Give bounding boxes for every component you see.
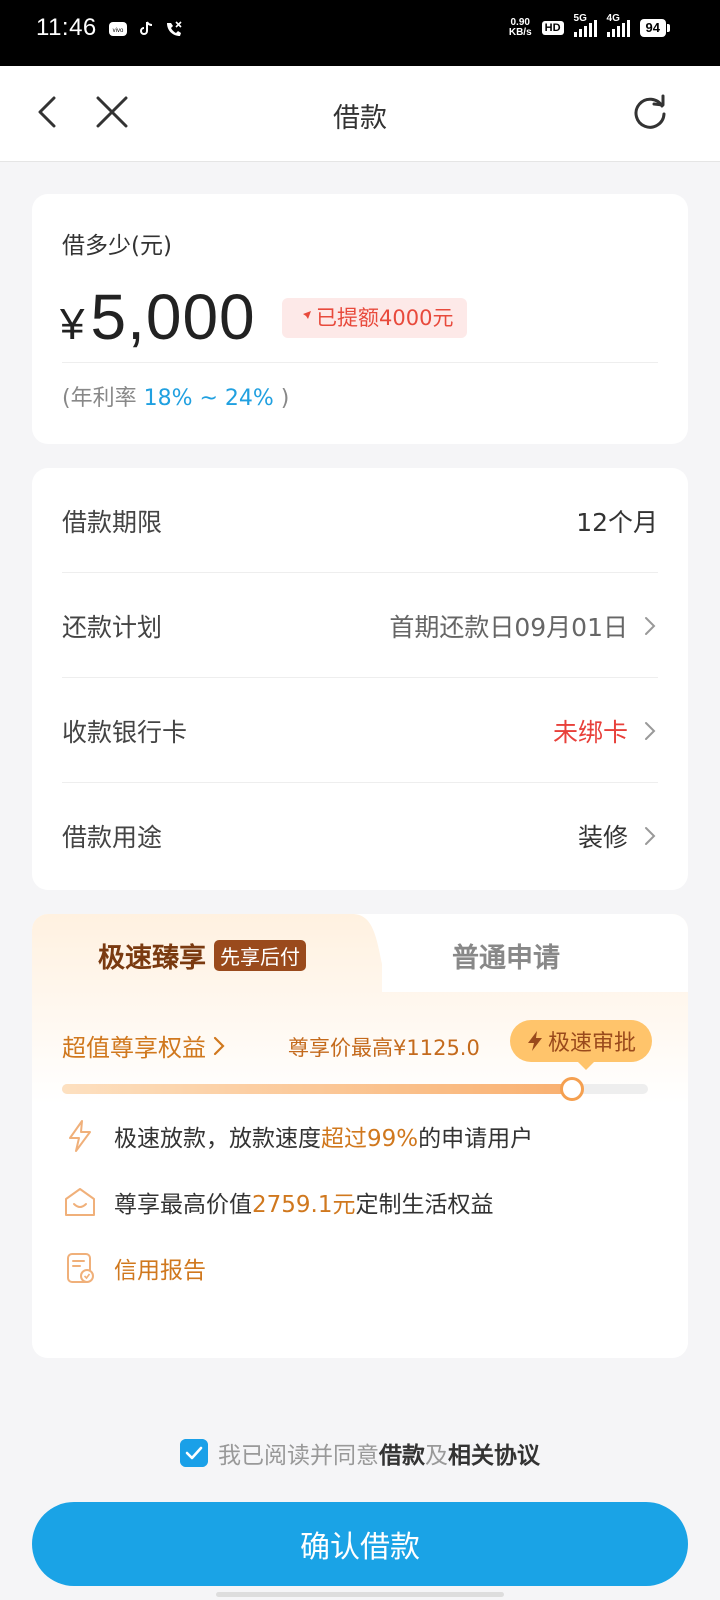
amount-label: 借多少(元) bbox=[62, 233, 172, 259]
row-value: 装修 bbox=[578, 818, 658, 854]
signal-5g-icon: 5G bbox=[573, 13, 597, 37]
slider-knob[interactable] bbox=[559, 1077, 584, 1101]
missed-call-icon bbox=[167, 21, 182, 36]
row-loan-term[interactable]: 借款期限 12个月 bbox=[62, 468, 658, 573]
row-label: 还款计划 bbox=[62, 612, 163, 642]
refresh-icon[interactable] bbox=[630, 92, 670, 132]
chevron-right-icon bbox=[645, 721, 656, 740]
limit-increase-badge: 已提额4000元 bbox=[282, 298, 468, 338]
plan-card: 极速臻享 先享后付 普通申请 超值尊享权益 尊享价最高¥1125.0 极速审批 … bbox=[32, 914, 688, 1358]
status-time: 11:46 bbox=[36, 14, 97, 41]
hd-badge: HD bbox=[541, 21, 564, 35]
amount-display[interactable]: ¥ 5,000 bbox=[60, 280, 256, 354]
chevron-right-icon bbox=[645, 616, 656, 635]
row-bank-card[interactable]: 收款银行卡 未绑卡 bbox=[62, 678, 658, 783]
loan-agreement-link[interactable]: 借款 bbox=[379, 1443, 425, 1469]
lightning-icon bbox=[528, 1031, 542, 1051]
home-indicator[interactable] bbox=[216, 1592, 504, 1597]
feature-credit-report[interactable]: 信用报告 bbox=[62, 1250, 206, 1286]
vivo-app-icon: vivo bbox=[109, 22, 127, 36]
agreement-row: 我已阅读并同意借款及相关协议 bbox=[0, 1436, 720, 1470]
arrow-up-icon bbox=[298, 311, 311, 324]
lightning-outline-icon bbox=[69, 1120, 91, 1152]
confirm-loan-button[interactable]: 确认借款 bbox=[32, 1502, 688, 1586]
loan-details-card: 借款期限 12个月 还款计划 首期还款日09月01日 收款银行卡 未绑卡 借款用… bbox=[32, 468, 688, 890]
row-label: 借款用途 bbox=[62, 822, 163, 852]
status-bar: 11:46 vivo 0.90 KB/s HD 5G 4G 94 bbox=[0, 0, 720, 66]
page-title: 借款 bbox=[333, 103, 387, 134]
system-status: 0.90 KB/s HD 5G 4G 94 bbox=[508, 13, 671, 38]
tier-slider[interactable] bbox=[62, 1077, 648, 1101]
battery-icon: 94 bbox=[639, 19, 671, 37]
row-label: 收款银行卡 bbox=[62, 717, 188, 747]
fast-approval-pill: 极速审批 bbox=[510, 1020, 653, 1070]
related-agreements-link[interactable]: 相关协议 bbox=[448, 1443, 540, 1469]
loan-amount[interactable]: 5,000 bbox=[90, 280, 255, 354]
divider bbox=[62, 362, 658, 363]
perk-price: 尊享价最高¥1125.0 bbox=[288, 1036, 480, 1060]
currency-symbol: ¥ bbox=[60, 300, 85, 349]
tab-express[interactable]: 极速臻享 先享后付 bbox=[98, 936, 306, 975]
notification-icons: vivo bbox=[108, 20, 184, 38]
svg-text:vivo: vivo bbox=[113, 28, 124, 34]
row-value: 12个月 bbox=[576, 507, 658, 537]
rate-range: 18% ~ 24% bbox=[143, 386, 274, 411]
tiktok-icon bbox=[140, 21, 153, 35]
pay-later-tag: 先享后付 bbox=[214, 940, 306, 971]
net-speed: 0.90 KB/s bbox=[508, 17, 532, 38]
row-value: 未绑卡 bbox=[553, 713, 658, 749]
report-shield-icon bbox=[67, 1253, 94, 1283]
row-loan-purpose[interactable]: 借款用途 装修 bbox=[62, 783, 658, 888]
signal-4g-icon: 4G bbox=[606, 13, 630, 37]
house-smile-icon bbox=[65, 1188, 95, 1216]
amount-card: 借多少(元) ¥ 5,000 已提额4000元 (年利率 18% ~ 24% ) bbox=[32, 194, 688, 444]
row-label: 借款期限 bbox=[62, 507, 163, 537]
checkbox-checked-icon[interactable] bbox=[180, 1439, 208, 1467]
row-value: 首期还款日09月01日 bbox=[389, 608, 658, 644]
perks-link[interactable]: 超值尊享权益 bbox=[62, 1028, 226, 1063]
row-repayment-plan[interactable]: 还款计划 首期还款日09月01日 bbox=[62, 573, 658, 678]
chevron-right-icon bbox=[213, 1036, 225, 1055]
chevron-right-icon bbox=[645, 826, 656, 845]
annual-rate: (年利率 18% ~ 24% ) bbox=[62, 386, 290, 411]
slider-fill bbox=[62, 1084, 572, 1094]
nav-bar: 借款 bbox=[0, 66, 720, 162]
feature-fast-payout: 极速放款，放款速度超过99%的申请用户 bbox=[62, 1118, 533, 1154]
tab-normal[interactable]: 普通申请 bbox=[452, 936, 560, 975]
feature-life-perks: 尊享最高价值2759.1元定制生活权益 bbox=[62, 1184, 493, 1220]
